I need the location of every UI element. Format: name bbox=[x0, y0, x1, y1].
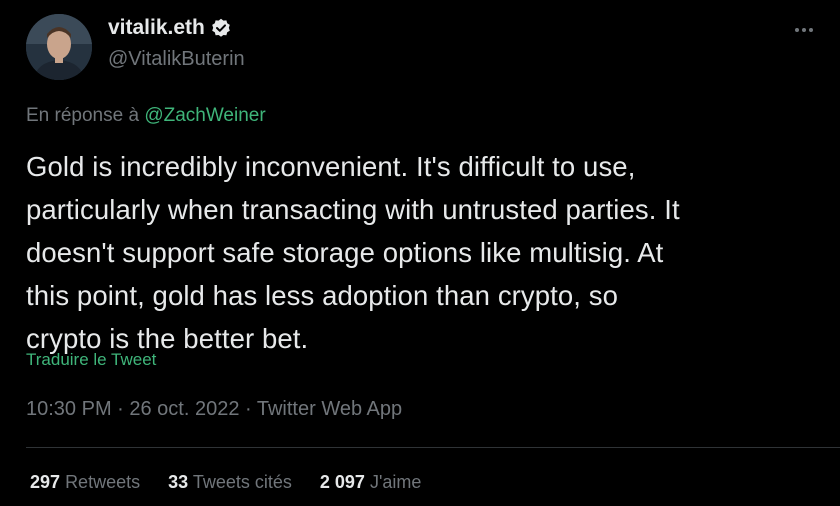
reply-mention-link[interactable]: @ZachWeiner bbox=[144, 105, 265, 126]
tweet-text-line: Gold is incredibly inconvenient. It's di… bbox=[26, 151, 636, 182]
author-name-row: vitalik.eth bbox=[108, 14, 231, 42]
quote-tweets-stat[interactable]: 33 Tweets cités bbox=[168, 470, 292, 494]
retweets-stat[interactable]: 297 Retweets bbox=[30, 470, 140, 494]
likes-count: 2 097 bbox=[319, 472, 365, 492]
retweets-label: Retweets bbox=[65, 472, 141, 492]
more-options-icon[interactable] bbox=[792, 20, 816, 40]
verified-badge-icon bbox=[211, 18, 231, 38]
retweets-count: 297 bbox=[30, 472, 61, 492]
avatar-image bbox=[26, 14, 92, 80]
author-display-name[interactable]: vitalik.eth bbox=[108, 14, 205, 42]
divider bbox=[26, 447, 840, 448]
tweet-text-line: this point, gold has less adoption than … bbox=[26, 280, 619, 311]
author-handle[interactable]: @VitalikButerin bbox=[108, 46, 245, 72]
tweet-detail: vitalik.eth @VitalikButerin En réponse à… bbox=[0, 0, 840, 506]
reply-context: En réponse à @ZachWeiner bbox=[26, 104, 266, 128]
tweet-text-line: particularly when transacting with untru… bbox=[26, 194, 680, 225]
translate-tweet-link[interactable]: Traduire le Tweet bbox=[26, 349, 156, 371]
reply-prefix: En réponse à bbox=[26, 105, 140, 126]
likes-label: J'aime bbox=[369, 472, 422, 492]
quote-tweets-count: 33 bbox=[168, 472, 189, 492]
quote-tweets-label: Tweets cités bbox=[192, 472, 292, 492]
likes-stat[interactable]: 2 097 J'aime bbox=[320, 470, 422, 494]
tweet-text: Gold is incredibly inconvenient. It's di… bbox=[26, 145, 816, 360]
tweet-text-line: doesn't support safe storage options lik… bbox=[26, 237, 664, 268]
avatar[interactable] bbox=[26, 14, 92, 80]
engagement-stats: 297 Retweets 33 Tweets cités 2 097 J'aim… bbox=[30, 470, 421, 494]
tweet-timestamp[interactable]: 10:30 PM · 26 oct. 2022 · Twitter Web Ap… bbox=[26, 396, 402, 422]
